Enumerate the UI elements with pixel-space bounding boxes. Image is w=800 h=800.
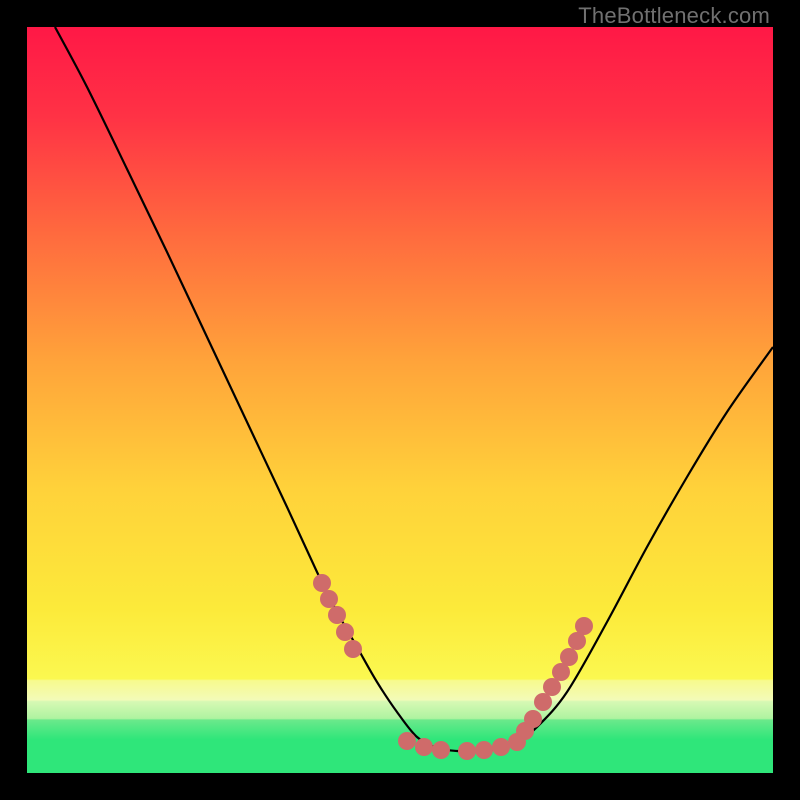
highlight-marker bbox=[415, 738, 433, 756]
highlight-marker bbox=[344, 640, 362, 658]
watermark-text: TheBottleneck.com bbox=[578, 3, 770, 29]
highlight-marker bbox=[575, 617, 593, 635]
highlight-marker bbox=[543, 678, 561, 696]
highlight-markers-group bbox=[313, 574, 593, 760]
highlight-marker bbox=[560, 648, 578, 666]
highlight-marker bbox=[534, 693, 552, 711]
highlight-marker bbox=[432, 741, 450, 759]
highlight-marker bbox=[313, 574, 331, 592]
highlight-marker bbox=[475, 741, 493, 759]
highlight-marker bbox=[458, 742, 476, 760]
highlight-marker bbox=[336, 623, 354, 641]
highlight-marker bbox=[492, 738, 510, 756]
highlight-marker bbox=[524, 710, 542, 728]
bottleneck-curve-path bbox=[55, 27, 773, 751]
highlight-marker bbox=[328, 606, 346, 624]
highlight-marker bbox=[398, 732, 416, 750]
chart-svg bbox=[27, 27, 773, 773]
chart-frame bbox=[27, 27, 773, 773]
highlight-marker bbox=[320, 590, 338, 608]
